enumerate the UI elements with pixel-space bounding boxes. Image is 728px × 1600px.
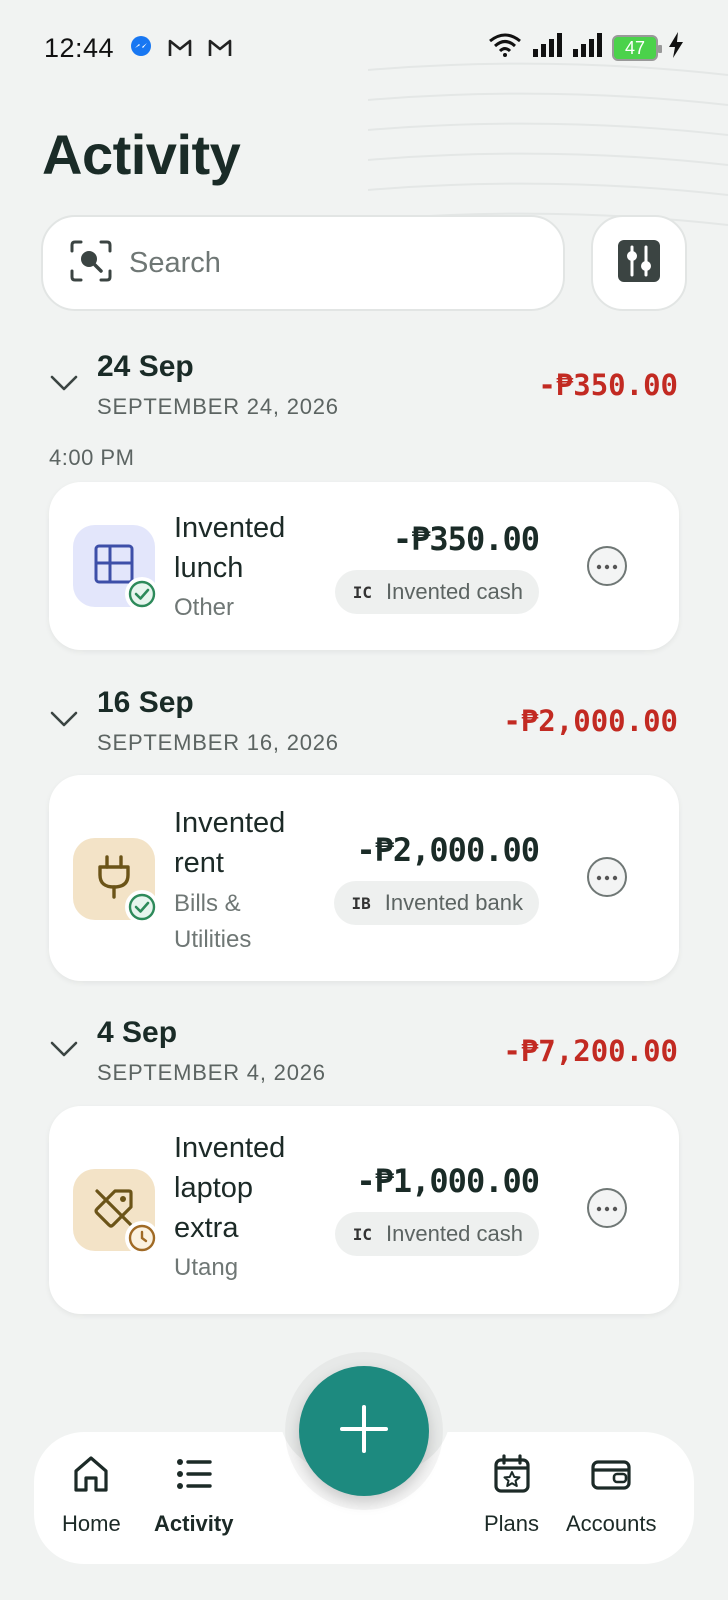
nav-label-plans: Plans [484,1511,540,1536]
transaction-category: Bills & [174,890,241,917]
day-total: -₱350.00 [538,368,678,402]
transaction-name: Invented [174,807,286,839]
day-label: 4 Sep [97,1016,178,1049]
category-icon [73,1169,159,1255]
transaction-card[interactable]: Invented laptop extra Utang -₱1,000.00 I… [49,1106,679,1314]
more-options-button[interactable] [587,857,627,897]
day-group-header[interactable]: 4 Sep SEPTEMBER 4, 2026 -₱7,200.00 [0,1016,728,1096]
transaction-name: Invented [174,1132,286,1164]
clock-icon [125,1221,159,1255]
transaction-name: extra [174,1212,239,1244]
scan-search-icon [69,239,113,288]
day-label: 24 Sep [97,350,194,383]
list-icon [175,1454,213,1499]
transaction-name: laptop [174,1172,254,1204]
check-circle-icon [125,890,159,924]
nav-label-accounts: Accounts [566,1511,657,1536]
search-input[interactable]: Search [41,215,565,311]
add-transaction-button[interactable] [299,1366,429,1496]
day-date: SEPTEMBER 4, 2026 [97,1060,326,1085]
transaction-name: lunch [174,552,244,584]
wifi-icon [488,33,522,64]
more-options-button[interactable] [587,1188,627,1228]
transaction-amount: -₱1,000.00 [356,1162,540,1200]
transaction-name: rent [174,847,224,879]
nav-item-accounts[interactable]: Accounts [566,1454,657,1537]
transaction-amount: -₱2,000.00 [356,831,540,869]
messenger-icon [130,33,152,64]
category-icon [73,838,159,924]
signal-icon [532,32,562,64]
check-circle-icon [125,577,159,611]
wallet-icon [590,1454,632,1499]
page-title: Activity [42,123,241,186]
day-group-header[interactable]: 16 Sep SEPTEMBER 16, 2026 -₱2,000.00 [0,686,728,766]
filter-button[interactable] [591,215,687,311]
account-chip: IC Invented cash [334,570,539,614]
sliders-icon [616,238,662,289]
nav-label-activity: Activity [154,1511,234,1536]
day-date: SEPTEMBER 16, 2026 [97,730,339,755]
more-horizontal-icon [596,868,618,886]
search-placeholder: Search [129,246,221,279]
transaction-amount: -₱350.00 [392,520,540,558]
day-label: 16 Sep [97,686,194,719]
transaction-card[interactable]: Invented lunch Other -₱350.00 IC Invente… [49,482,679,650]
day-date: SEPTEMBER 24, 2026 [97,394,339,419]
transaction-name: Invented [174,512,286,544]
gmail-icon [168,33,192,64]
nav-label-home: Home [62,1511,121,1536]
account-chip: IC Invented cash [334,1212,539,1256]
category-icon [73,525,159,611]
chevron-down-icon[interactable] [50,374,78,397]
more-horizontal-icon [596,557,618,575]
day-group-header[interactable]: 24 Sep SEPTEMBER 24, 2026 -₱350.00 [0,350,728,430]
account-abbr: IC [352,1224,373,1244]
time-label: 4:00 PM [49,445,135,470]
nav-item-plans[interactable]: Plans [484,1454,539,1537]
account-abbr: IB [351,893,371,913]
status-bar: 12:44 47 [0,0,728,96]
day-total: -₱2,000.00 [503,704,678,738]
battery-indicator: 47 [612,35,662,61]
calendar-star-icon [493,1454,531,1499]
transaction-category: Utilities [174,926,252,953]
signal-icon [572,32,602,64]
more-horizontal-icon [596,1199,618,1217]
gmail-icon [208,33,232,64]
nav-item-home[interactable]: Home [62,1454,121,1537]
chevron-down-icon[interactable] [50,710,78,733]
account-chip: IB Invented bank [333,881,539,925]
account-abbr: IC [352,582,373,602]
more-options-button[interactable] [587,546,627,586]
status-time: 12:44 [44,32,115,63]
transaction-category: Other [174,594,235,621]
transaction-card[interactable]: Invented rent Bills & Utilities -₱2,000.… [49,775,679,981]
charging-icon [668,31,684,65]
account-name: Invented cash [386,1221,523,1246]
home-icon [72,1454,110,1499]
chevron-down-icon[interactable] [50,1040,78,1063]
account-name: Invented cash [386,579,523,604]
transaction-category: Utang [174,1254,239,1281]
day-total: -₱7,200.00 [503,1034,678,1068]
account-name: Invented bank [384,890,523,915]
plus-icon [338,1403,390,1460]
nav-item-activity[interactable]: Activity [154,1454,233,1537]
